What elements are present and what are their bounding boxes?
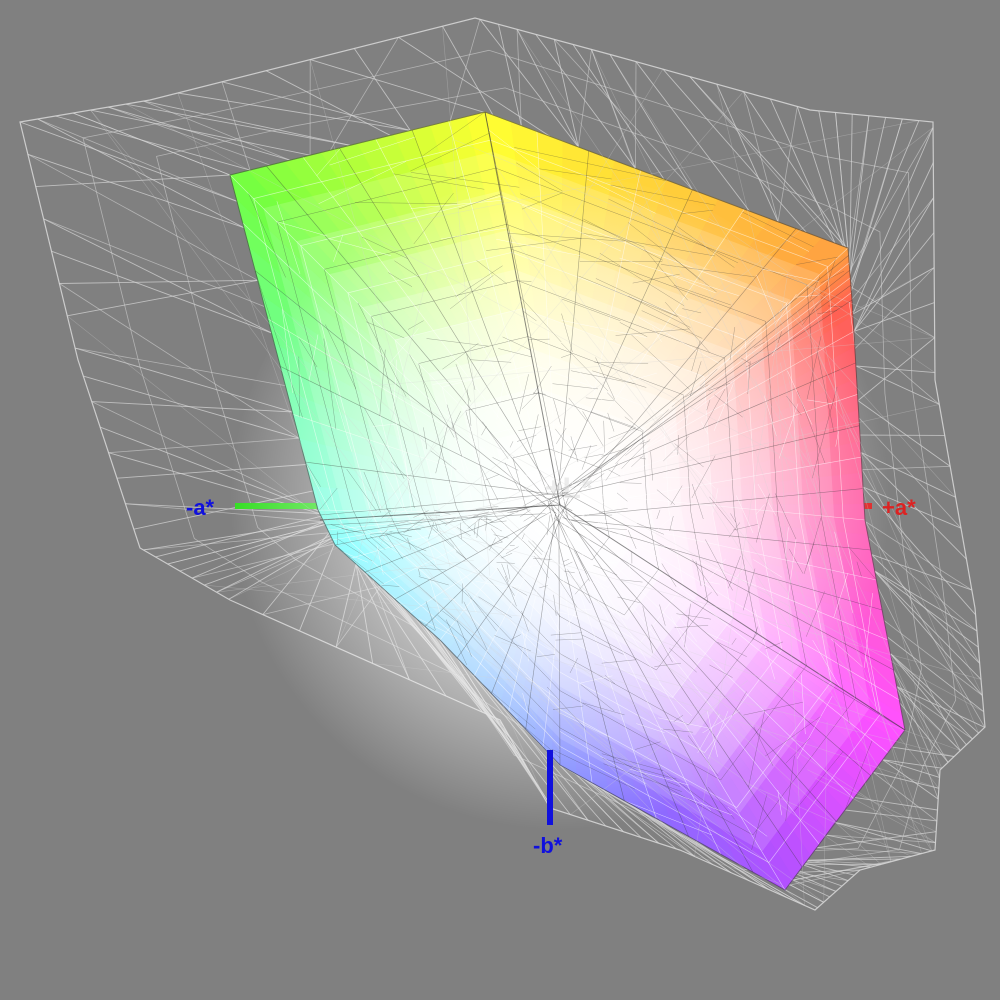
lightness-axis-label: +L* [545, 472, 593, 505]
gamut-visualization: -a* +a* -b* +L* [19, 17, 986, 911]
neg-b-axis-label: -b* [533, 833, 563, 858]
gamut-3d-viewport[interactable]: -a* +a* -b* +L* [0, 0, 1000, 1000]
pos-a-axis-label: +a* [882, 495, 916, 520]
neg-a-axis-label: -a* [186, 495, 215, 520]
